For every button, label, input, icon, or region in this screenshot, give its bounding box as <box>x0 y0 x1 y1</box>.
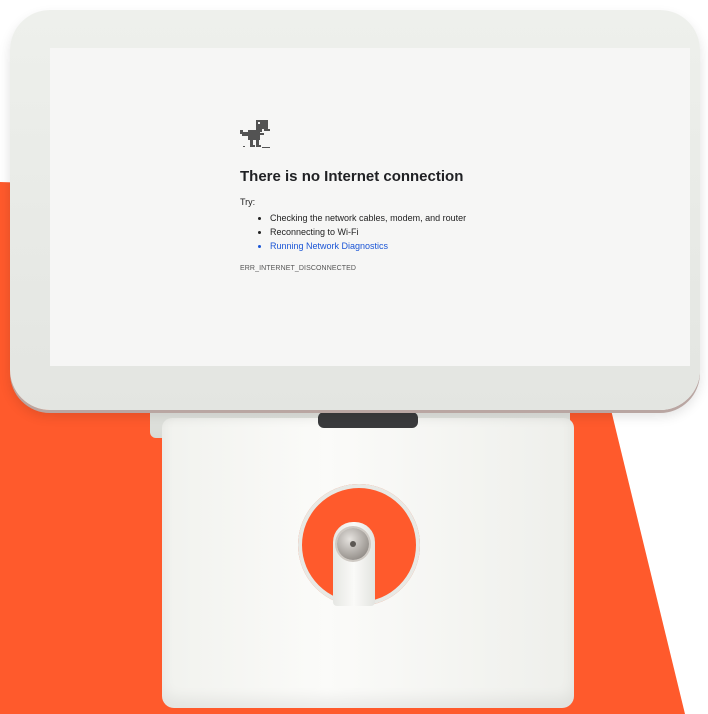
monitor-bezel: There is no Internet connection Try: Che… <box>10 10 700 410</box>
suggestion-reconnect-wifi: Reconnecting to Wi-Fi <box>270 225 540 239</box>
power-button-icon <box>350 541 356 547</box>
error-title: There is no Internet connection <box>240 168 464 185</box>
power-button[interactable] <box>337 528 369 560</box>
network-diagnostics-link[interactable]: Running Network Diagnostics <box>270 239 540 253</box>
try-label: Try: <box>240 197 256 207</box>
dinosaur-icon <box>240 120 270 148</box>
error-page: There is no Internet connection Try: Che… <box>240 120 540 272</box>
stand-slot <box>318 412 418 428</box>
suggestion-list: Checking the network cables, modem, and … <box>240 211 540 253</box>
suggestion-check-cables: Checking the network cables, modem, and … <box>270 211 540 225</box>
screen: There is no Internet connection Try: Che… <box>50 48 690 366</box>
error-code: ERR_INTERNET_DISCONNECTED <box>240 265 357 272</box>
